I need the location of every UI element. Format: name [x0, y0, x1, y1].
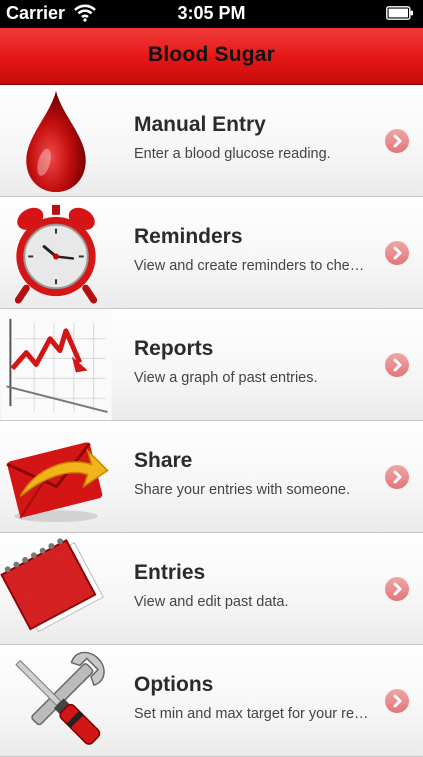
menu-item-share[interactable]: Share Share your entries with someone. [0, 421, 423, 533]
notebook-icon [0, 538, 104, 633]
menu-item-subtitle: View and create reminders to check your … [134, 258, 370, 274]
tools-icon [15, 651, 105, 745]
chevron-right-icon[interactable] [385, 465, 409, 489]
status-time: 3:05 PM [177, 3, 246, 23]
menu-item-title: Manual Entry [134, 113, 266, 136]
menu-list: Manual Entry Enter a blood glucose readi… [0, 85, 423, 757]
menu-item-subtitle: Set min and max target for your readings… [134, 706, 370, 722]
blood-drop-icon [26, 90, 86, 193]
chevron-right-icon[interactable] [385, 689, 409, 713]
menu-item-title: Reminders [134, 225, 243, 248]
chevron-right-icon[interactable] [385, 353, 409, 377]
menu-item-subtitle: Enter a blood glucose reading. [134, 146, 331, 162]
menu-item-title: Share [134, 449, 193, 472]
alarm-clock-icon [14, 204, 98, 304]
menu-item-entries[interactable]: Entries View and edit past data. [0, 533, 423, 645]
menu-item-title: Reports [134, 337, 214, 360]
menu-item-title: Entries [134, 561, 206, 584]
status-bar: Carrier 3:05 PM [0, 0, 423, 28]
envelope-icon [6, 442, 109, 523]
chevron-right-icon[interactable] [385, 241, 409, 265]
chevron-right-icon[interactable] [385, 577, 409, 601]
chevron-right-icon[interactable] [385, 129, 409, 153]
menu-item-reports[interactable]: Reports View a graph of past entries. [0, 309, 423, 421]
line-graph-icon [0, 309, 112, 420]
menu-item-subtitle: Share your entries with someone. [134, 482, 350, 498]
battery-icon [386, 6, 413, 20]
menu-item-subtitle: View and edit past data. [134, 594, 289, 610]
nav-bar: Blood Sugar [0, 28, 423, 85]
menu-item-reminders[interactable]: Reminders View and create reminders to c… [0, 197, 423, 309]
page-title: Blood Sugar [147, 43, 276, 66]
menu-item-options[interactable]: Options Set min and max target for your … [0, 645, 423, 757]
menu-item-subtitle: View a graph of past entries. [134, 370, 318, 386]
menu-item-manual-entry[interactable]: Manual Entry Enter a blood glucose readi… [0, 85, 423, 197]
menu-item-title: Options [134, 673, 214, 696]
